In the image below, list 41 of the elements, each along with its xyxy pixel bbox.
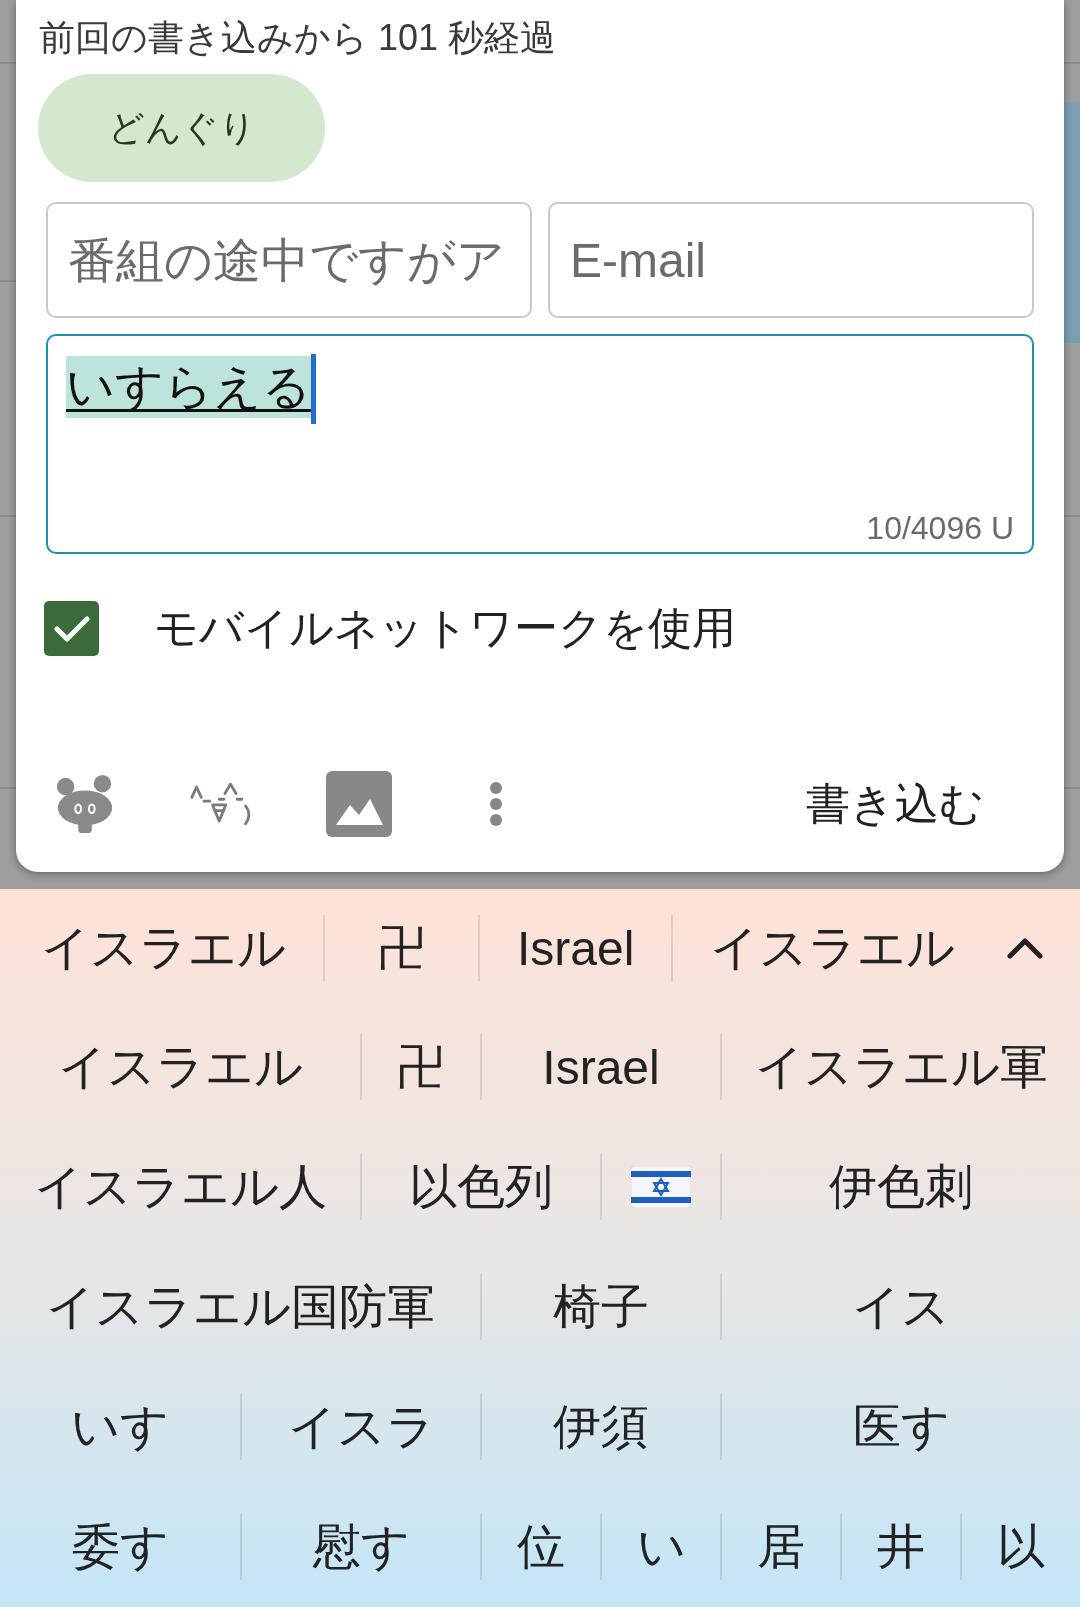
acorn-button[interactable]: どんぐり <box>38 74 325 182</box>
character-counter: 10/4096 U <box>866 509 1014 548</box>
flag-icon <box>631 1166 691 1208</box>
submit-button[interactable]: 書き込む <box>756 754 1034 854</box>
checkmark-icon <box>53 614 90 643</box>
candidate-item[interactable]: 以 <box>960 1514 1080 1580</box>
text-cursor-icon <box>311 354 316 424</box>
candidate-item[interactable]: イス <box>720 1274 1080 1340</box>
suggestion-item[interactable]: 卍 <box>323 915 478 981</box>
candidate-item[interactable]: 井 <box>840 1514 960 1580</box>
candidate-item[interactable]: イスラエル国防軍 <box>0 1274 480 1340</box>
candidate-item[interactable]: い <box>600 1514 720 1580</box>
candidate-item[interactable]: イスラエル <box>0 1034 360 1100</box>
candidate-item[interactable]: 居 <box>720 1514 840 1580</box>
suggestion-item[interactable]: イスラエル <box>4 915 323 981</box>
checkbox[interactable] <box>44 601 99 656</box>
composing-text: いすらえる <box>66 356 311 418</box>
candidate-item[interactable]: 伊色刺 <box>720 1154 1080 1220</box>
candidate-item[interactable]: 椅子 <box>480 1274 720 1340</box>
message-field[interactable]: いすらえる 10/4096 U <box>46 334 1034 554</box>
status-text: 前回の書き込みから 101 秒経過 <box>39 16 557 60</box>
candidate-item[interactable]: 卍 <box>360 1034 480 1100</box>
candidate-item[interactable]: 位 <box>480 1514 600 1580</box>
candidate-item[interactable]: 以色列 <box>360 1154 600 1220</box>
suggestion-item[interactable]: イスラエル <box>671 915 993 981</box>
candidate-item[interactable]: 慰す <box>240 1514 480 1580</box>
image-icon <box>325 771 392 837</box>
candidate-item[interactable]: いす <box>0 1394 240 1460</box>
candidate-item[interactable]: Israel <box>480 1034 720 1100</box>
candidate-item[interactable]: 医す <box>720 1394 1080 1460</box>
checkbox-label[interactable]: モバイルネットワークを使用 <box>154 599 736 658</box>
name-field[interactable]: 番組の途中ですがア <box>46 202 532 318</box>
suggestion-item[interactable]: Israel <box>478 915 672 981</box>
chevron-up-icon <box>1007 937 1043 959</box>
candidate-item[interactable]: 委す <box>0 1514 240 1580</box>
candidate-item[interactable]: イスラエル人 <box>0 1154 360 1220</box>
email-field[interactable]: E-mail <box>548 202 1034 318</box>
candidate-item[interactable]: イスラ <box>240 1394 480 1460</box>
candidate-item[interactable]: イスラエル軍 <box>720 1034 1080 1100</box>
more-icon <box>488 781 503 827</box>
candidate-item[interactable]: 伊須 <box>480 1394 720 1460</box>
